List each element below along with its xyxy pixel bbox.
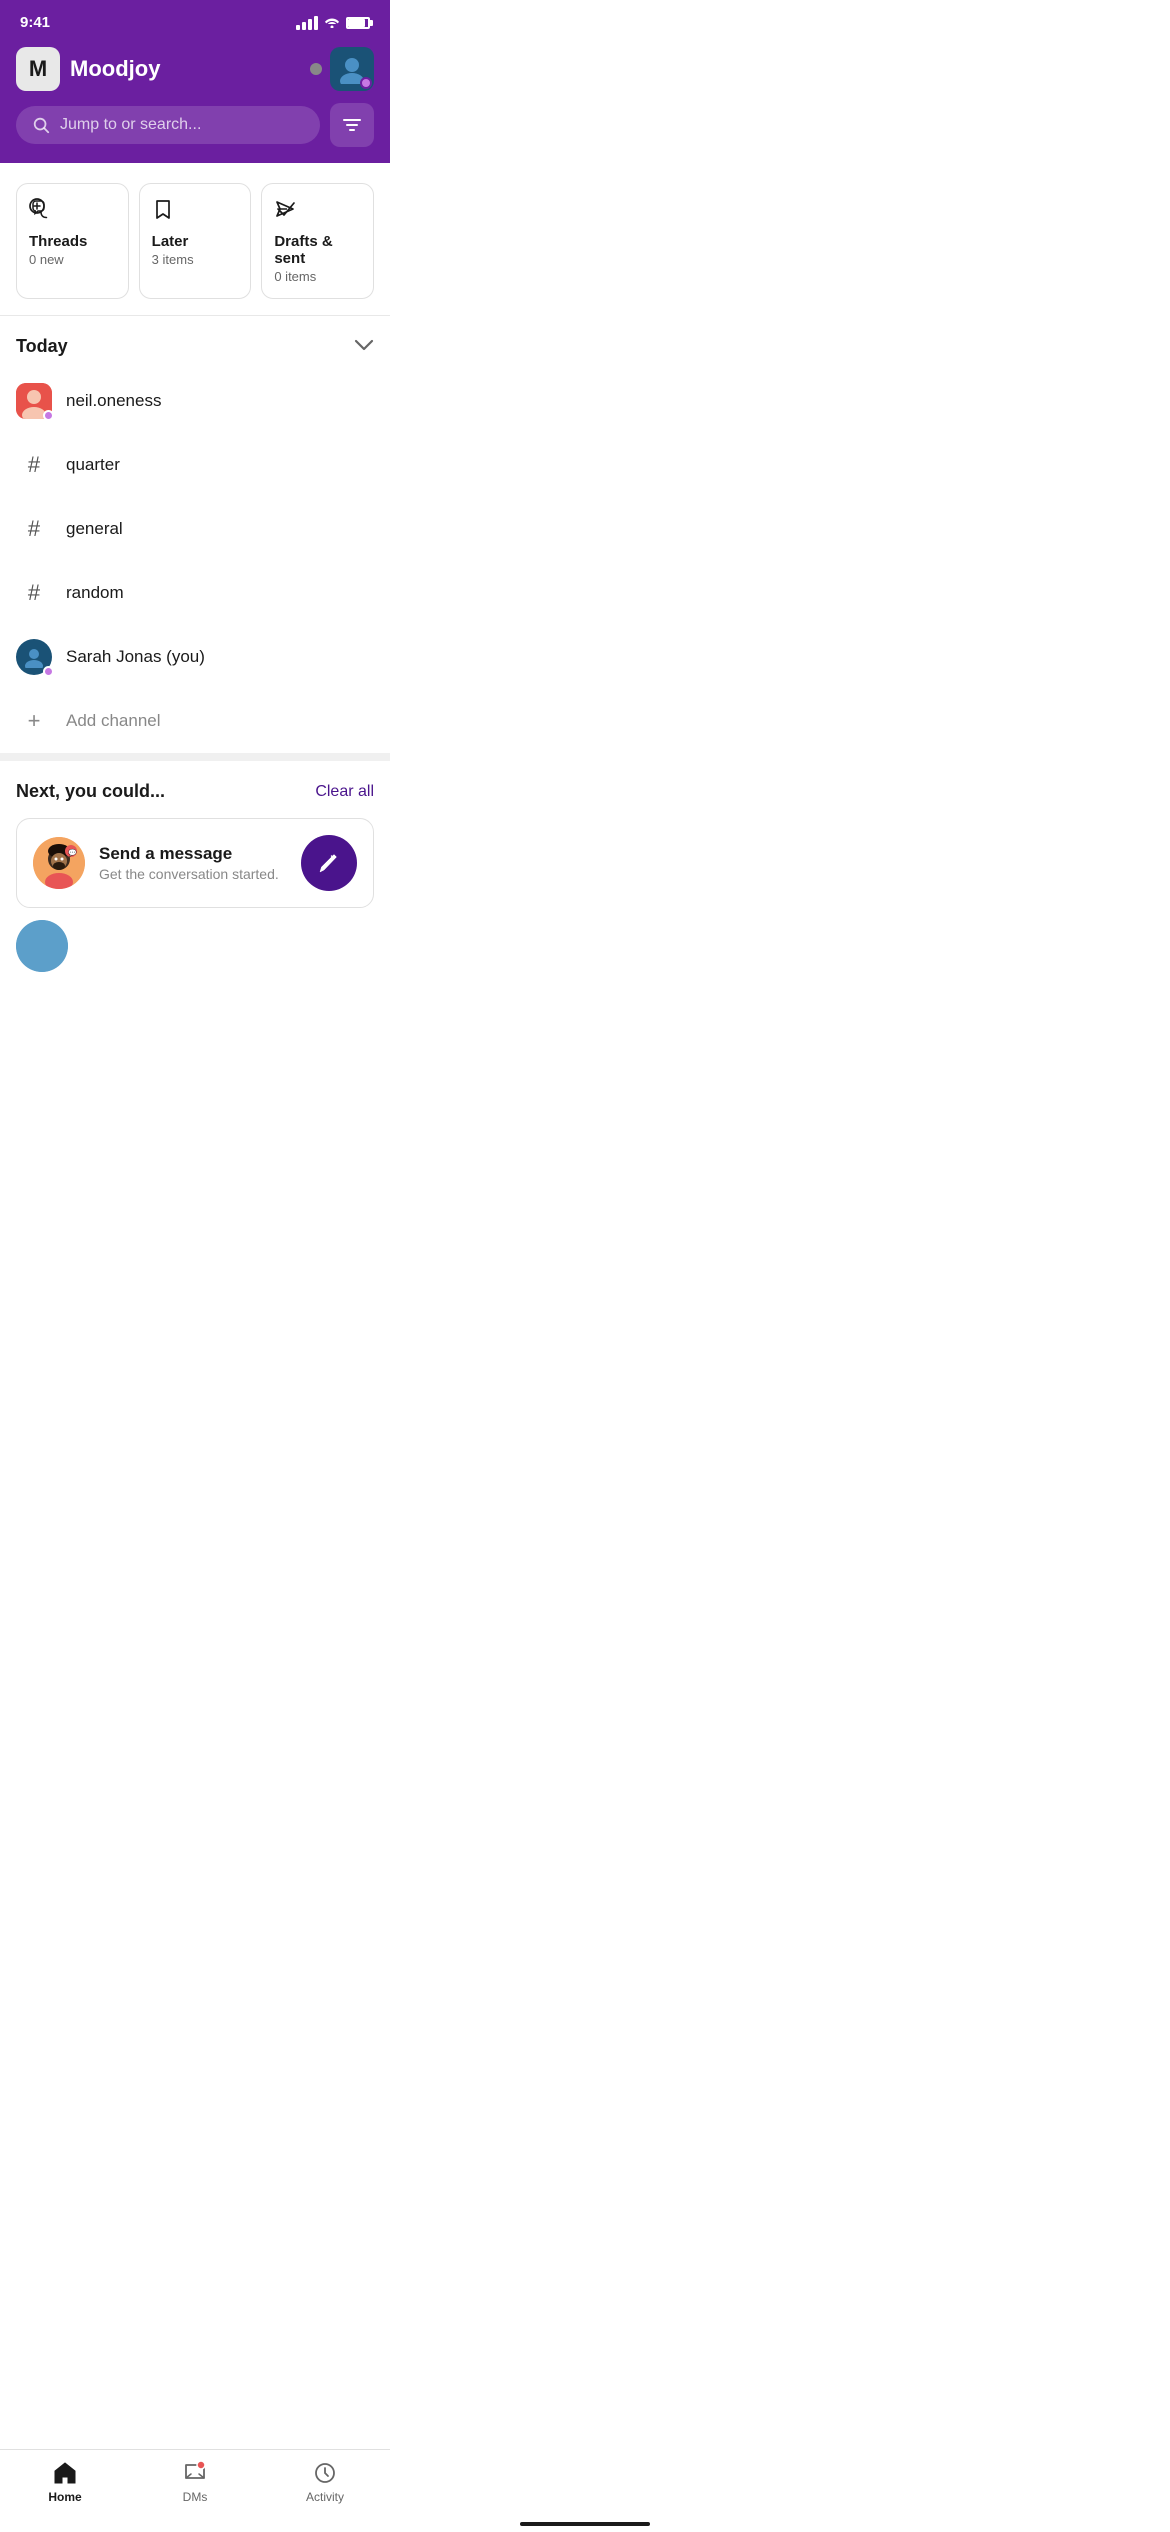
nav-home-label: Home [48,2490,81,2504]
sarah-avatar [16,639,52,675]
neil-status-indicator [43,410,54,421]
status-time: 9:41 [20,14,50,31]
home-indicator [520,2522,650,2526]
main-content: Threads 0 new Later 3 items Drafts [0,163,390,980]
hash-icon: # [28,516,40,542]
suggestion-avatar: 💬 [33,837,85,889]
signal-icon [296,16,318,30]
compose-icon [317,851,341,875]
suggestion-subtitle: Get the conversation started. [99,866,287,882]
channel-general-name: general [66,519,123,539]
status-icons [296,15,370,31]
add-channel-label: Add channel [66,711,161,731]
workspace-icon[interactable]: M [16,47,60,91]
workspace-name: Moodjoy [70,56,160,82]
bookmark-icon [152,198,239,225]
nav-activity-label: Activity [306,2490,344,2504]
today-collapse-button[interactable] [354,338,374,356]
bottom-navigation: Home DMs Activity [0,2449,390,2532]
app-header: M Moodjoy Jump to or search... [0,39,390,163]
search-bar[interactable]: Jump to or search... [16,106,320,144]
nav-dms[interactable]: DMs [130,2460,260,2504]
search-icon [32,116,50,134]
search-placeholder: Jump to or search... [60,116,201,134]
channel-quarter-name: quarter [66,455,120,475]
suggestion-text: Send a message Get the conversation star… [99,844,287,882]
later-title: Later [152,233,239,250]
activity-icon [312,2460,338,2486]
hash-icon: # [28,452,40,478]
sarah-status-indicator [43,666,54,677]
add-channel-item[interactable]: + Add channel [0,689,390,753]
dms-icon [182,2460,208,2486]
filter-icon [342,117,362,133]
threads-title: Threads [29,233,116,250]
drafts-card[interactable]: Drafts & sent 0 items [261,183,374,299]
neil-avatar [16,383,52,419]
sarah-name: Sarah Jonas (you) [66,647,205,667]
svg-text:💬: 💬 [68,848,77,857]
drafts-subtitle: 0 items [274,269,361,284]
dm-neil-item[interactable]: neil.oneness [0,369,390,433]
battery-icon [346,17,370,29]
clear-all-button[interactable]: Clear all [315,783,374,801]
threads-subtitle: 0 new [29,252,116,267]
home-icon [52,2460,78,2486]
send-message-suggestion[interactable]: 💬 Send a message Get the conversation st… [16,818,374,908]
channel-quarter-item[interactable]: # quarter [0,433,390,497]
user-avatar-button[interactable] [330,47,374,91]
drafts-icon [274,198,361,225]
hash-icon: # [28,580,40,606]
wifi-icon [324,15,340,31]
status-bar: 9:41 [0,0,390,39]
compose-fab-button[interactable] [301,835,357,891]
quick-access-cards: Threads 0 new Later 3 items Drafts [0,163,390,315]
later-subtitle: 3 items [152,252,239,267]
channel-general-item[interactable]: # general [0,497,390,561]
dm-sarah-item[interactable]: Sarah Jonas (you) [0,625,390,689]
drafts-title: Drafts & sent [274,233,361,267]
channel-random-name: random [66,583,124,603]
notification-dot[interactable] [310,63,322,75]
nav-dms-label: DMs [183,2490,208,2504]
nav-activity[interactable]: Activity [260,2460,390,2504]
today-label: Today [16,336,68,357]
neil-name: neil.oneness [66,391,161,411]
threads-icon [29,198,116,225]
today-section-header: Today [0,316,390,369]
later-card[interactable]: Later 3 items [139,183,252,299]
nav-home[interactable]: Home [0,2460,130,2504]
partial-suggestion-card [16,920,374,980]
avatar-status-badge [360,77,372,89]
add-icon: + [16,703,52,739]
next-section-title: Next, you could... [16,781,165,802]
threads-card[interactable]: Threads 0 new [16,183,129,299]
partial-suggestion-avatar [16,920,68,972]
filter-button[interactable] [330,103,374,147]
next-section: Next, you could... Clear all [0,753,390,980]
channel-random-item[interactable]: # random [0,561,390,625]
suggestion-title: Send a message [99,844,287,864]
